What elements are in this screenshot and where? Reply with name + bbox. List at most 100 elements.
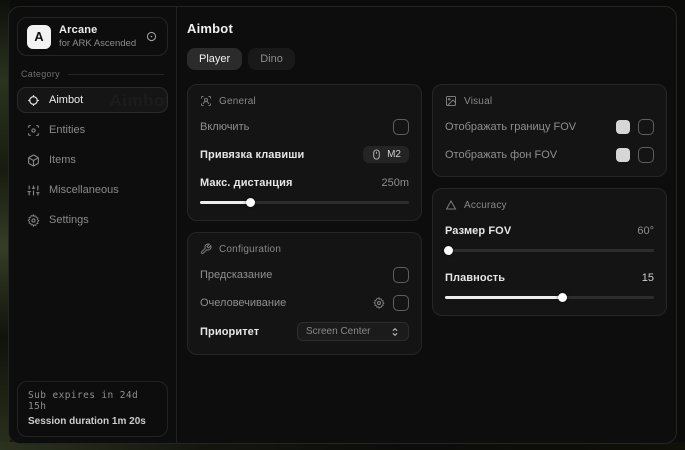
- sliders-icon: [27, 184, 40, 197]
- brand-card: A Arcane for ARK Ascended: [17, 17, 168, 56]
- chevrons-up-down-icon: [390, 327, 400, 337]
- humanization-label: Очеловечивание: [200, 297, 286, 309]
- prediction-checkbox[interactable]: [393, 267, 409, 283]
- brand-text: Arcane for ARK Ascended: [59, 24, 136, 49]
- column-left: General Включить Привязка клавиши M2: [187, 84, 422, 355]
- slider-fill: [200, 201, 250, 204]
- card-configuration-header: Configuration: [200, 243, 409, 255]
- card-visual-header: Visual: [445, 95, 654, 107]
- card-accuracy: Accuracy Размер FOV 60° Плавность 15: [432, 188, 667, 316]
- distance-label: Макс. дистанция: [200, 177, 292, 189]
- slider-thumb[interactable]: [444, 246, 453, 255]
- priority-label: Приоритет: [200, 326, 259, 338]
- enable-label: Включить: [200, 121, 249, 133]
- category-divider: [68, 74, 164, 75]
- row-fov-bg: Отображать фон FOV: [445, 146, 654, 163]
- sidebar-item-watermark: Aimbot: [109, 91, 168, 111]
- sidebar-item-aimbot[interactable]: Aimbot Aimbot: [17, 87, 168, 113]
- wrench-icon: [200, 243, 212, 255]
- brand-subtitle: for ARK Ascended: [59, 38, 136, 49]
- row-enable: Включить: [200, 118, 409, 135]
- sidebar-item-miscellaneous[interactable]: Miscellaneous: [17, 177, 168, 203]
- tab-bar: Player Dino: [187, 48, 667, 70]
- slider-track: [445, 249, 654, 252]
- sub-expires-text: Sub expires in 24d 15h: [28, 390, 157, 412]
- sidebar: A Arcane for ARK Ascended Category Aimbo…: [9, 7, 177, 443]
- fov-bg-controls: [616, 147, 654, 163]
- sidebar-item-label: Aimbot: [49, 94, 83, 106]
- fov-border-label: Отображать границу FOV: [445, 121, 576, 133]
- humanization-controls: [373, 295, 409, 311]
- humanization-checkbox[interactable]: [393, 295, 409, 311]
- fov-bg-label: Отображать фон FOV: [445, 149, 557, 161]
- fov-border-checkbox[interactable]: [638, 119, 654, 135]
- sidebar-item-label: Miscellaneous: [49, 184, 119, 196]
- gear-icon: [27, 214, 40, 227]
- card-configuration: Configuration Предсказание Очеловечивани…: [187, 232, 422, 355]
- sidebar-item-label: Entities: [49, 124, 85, 136]
- row-distance: Макс. дистанция 250m: [200, 174, 409, 191]
- priority-value: Screen Center: [306, 326, 370, 337]
- fov-bg-color-swatch[interactable]: [616, 148, 630, 162]
- prediction-label: Предсказание: [200, 269, 272, 281]
- tab-dino[interactable]: Dino: [248, 48, 295, 70]
- smoothness-label: Плавность: [445, 272, 505, 284]
- sidebar-nav: Aimbot Aimbot Entities Items Miscellane: [17, 87, 168, 233]
- image-icon: [445, 95, 457, 107]
- humanization-gear-icon[interactable]: [373, 297, 385, 309]
- crosshair-icon: [27, 94, 40, 107]
- sidebar-item-entities[interactable]: Entities: [17, 117, 168, 143]
- tab-player[interactable]: Player: [187, 48, 242, 70]
- fov-border-controls: [616, 119, 654, 135]
- card-general-header: General: [200, 95, 409, 107]
- card-title: Configuration: [219, 244, 281, 255]
- card-general: General Включить Привязка клавиши M2: [187, 84, 422, 221]
- fov-size-value: 60°: [637, 225, 654, 237]
- row-priority: Приоритет Screen Center: [200, 322, 409, 341]
- row-keybind: Привязка клавиши M2: [200, 146, 409, 163]
- category-label: Category: [21, 69, 60, 79]
- distance-value: 250m: [381, 177, 409, 189]
- package-icon: [27, 154, 40, 167]
- column-right: Visual Отображать границу FOV Отображать…: [432, 84, 667, 316]
- sidebar-item-label: Settings: [49, 214, 89, 226]
- page-title: Aimbot: [187, 21, 667, 36]
- keybind-value: M2: [387, 149, 401, 160]
- smoothness-value: 15: [642, 272, 654, 284]
- triangle-icon: [445, 199, 457, 211]
- sidebar-item-settings[interactable]: Settings: [17, 207, 168, 233]
- slider-thumb[interactable]: [558, 293, 567, 302]
- row-smoothness: Плавность 15: [445, 269, 654, 286]
- row-fov-size: Размер FOV 60°: [445, 222, 654, 239]
- subscription-panel: Sub expires in 24d 15h Session duration …: [17, 381, 168, 437]
- fov-size-slider[interactable]: [445, 246, 654, 255]
- card-title: Accuracy: [464, 200, 507, 211]
- cards-area: General Включить Привязка клавиши M2: [187, 84, 667, 355]
- sidebar-item-label: Items: [49, 154, 76, 166]
- row-fov-border: Отображать границу FOV: [445, 118, 654, 135]
- enable-checkbox[interactable]: [393, 119, 409, 135]
- sidebar-item-items[interactable]: Items: [17, 147, 168, 173]
- row-humanization: Очеловечивание: [200, 294, 409, 311]
- priority-dropdown[interactable]: Screen Center: [297, 322, 409, 341]
- fov-size-label: Размер FOV: [445, 225, 511, 237]
- target-icon[interactable]: [145, 30, 158, 43]
- card-accuracy-header: Accuracy: [445, 199, 654, 211]
- category-row: Category: [21, 69, 164, 79]
- slider-thumb[interactable]: [246, 198, 255, 207]
- fov-border-color-swatch[interactable]: [616, 120, 630, 134]
- user-focus-icon: [200, 95, 212, 107]
- slider-fill: [445, 296, 562, 299]
- app-window: A Arcane for ARK Ascended Category Aimbo…: [8, 6, 677, 444]
- mouse-icon: [371, 149, 382, 160]
- main-panel: Aimbot Player Dino General Включить: [177, 7, 677, 443]
- fov-bg-checkbox[interactable]: [638, 147, 654, 163]
- scan-icon: [27, 124, 40, 137]
- card-title: Visual: [464, 96, 492, 107]
- session-duration-text: Session duration 1m 20s: [28, 416, 157, 427]
- distance-slider[interactable]: [200, 198, 409, 207]
- keybind-button[interactable]: M2: [363, 146, 409, 163]
- smoothness-slider[interactable]: [445, 293, 654, 302]
- row-prediction: Предсказание: [200, 266, 409, 283]
- brand-name: Arcane: [59, 24, 136, 36]
